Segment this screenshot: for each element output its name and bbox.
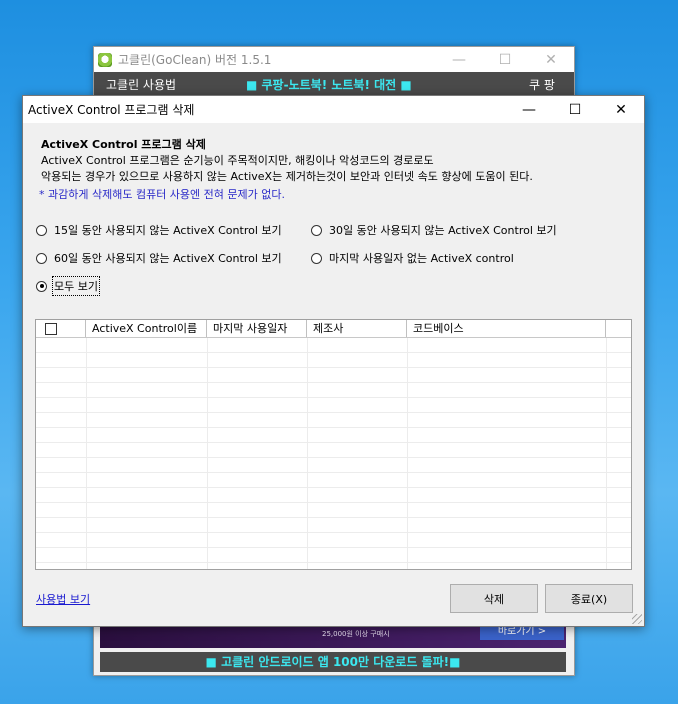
column-header-codebase[interactable]: 코드베이스: [407, 320, 606, 337]
radio-circle[interactable]: [36, 224, 47, 236]
ad-banner-text: 25,000원 이상 구매시: [322, 630, 390, 638]
goclean-app-icon: [98, 52, 112, 67]
description-line-2: 악용되는 경우가 있으므로 사용하지 않는 ActiveX는 제거하는것이 보안…: [41, 170, 533, 183]
coupang-menu[interactable]: 쿠 팡: [510, 76, 574, 93]
column-header-last-used[interactable]: 마지막 사용일자: [207, 320, 307, 337]
resize-grip-icon[interactable]: [632, 614, 642, 624]
dialog-title: ActiveX Control 프로그램 삭제: [28, 103, 195, 117]
radio-circle[interactable]: [311, 252, 322, 264]
radio-60-days[interactable]: 60일 동안 사용되지 않는 ActiveX Control 보기: [36, 250, 282, 266]
delete-button[interactable]: 삭제: [450, 584, 538, 613]
radio-label[interactable]: 모두 보기: [52, 276, 100, 296]
ad-ticker[interactable]: ■ 쿠팡-노트북! 노트북! 대전 ■: [246, 76, 510, 93]
safety-note: * 과감하게 삭제해도 컴퓨터 사용엔 전혀 문제가 없다.: [39, 188, 285, 201]
description-line-1: ActiveX Control 프로그램은 순기능이 주목적이지만, 해킹이나 …: [41, 154, 434, 167]
close-icon[interactable]: ✕: [598, 96, 644, 123]
section-header: ActiveX Control 프로그램 삭제: [41, 138, 206, 151]
goclean-window-title: 고클린(GoClean) 버전 1.5.1: [118, 53, 272, 67]
close-icon[interactable]: ✕: [528, 52, 574, 68]
radio-15-days[interactable]: 15일 동안 사용되지 않는 ActiveX Control 보기: [36, 222, 282, 238]
android-app-banner[interactable]: ■ 고클린 안드로이드 앱 100만 다운로드 돌파!■: [100, 652, 566, 672]
select-all-column[interactable]: [36, 320, 86, 337]
usage-menu[interactable]: 고클린 사용법: [94, 76, 246, 93]
radio-circle[interactable]: [36, 252, 47, 264]
radio-no-last-used[interactable]: 마지막 사용일자 없는 ActiveX control: [311, 250, 514, 266]
radio-circle[interactable]: [311, 224, 322, 236]
activex-dialog: ActiveX Control 프로그램 삭제 — ☐ ✕ ActiveX Co…: [22, 95, 645, 627]
activex-list[interactable]: ActiveX Control이름 마지막 사용일자 제조사 코드베이스: [35, 319, 632, 570]
close-button[interactable]: 종료(X): [545, 584, 633, 613]
goclean-titlebar: 고클린(GoClean) 버전 1.5.1 — ☐ ✕: [94, 47, 574, 72]
minimize-icon[interactable]: —: [506, 96, 552, 123]
column-header-name[interactable]: ActiveX Control이름: [86, 320, 207, 337]
help-link[interactable]: 사용법 보기: [36, 591, 90, 607]
dialog-titlebar: ActiveX Control 프로그램 삭제 — ☐ ✕: [23, 96, 644, 123]
grid-line: [407, 338, 408, 569]
grid-line: [307, 338, 308, 569]
list-body: [36, 338, 631, 569]
radio-label[interactable]: 60일 동안 사용되지 않는 ActiveX Control 보기: [54, 250, 282, 266]
grid-line: [606, 338, 607, 569]
goclean-menubar: 고클린 사용법 ■ 쿠팡-노트북! 노트북! 대전 ■ 쿠 팡: [94, 72, 574, 96]
radio-label[interactable]: 30일 동안 사용되지 않는 ActiveX Control 보기: [329, 222, 557, 238]
radio-30-days[interactable]: 30일 동안 사용되지 않는 ActiveX Control 보기: [311, 222, 557, 238]
minimize-icon[interactable]: —: [436, 52, 482, 68]
select-all-checkbox[interactable]: [45, 323, 57, 335]
radio-label[interactable]: 15일 동안 사용되지 않는 ActiveX Control 보기: [54, 222, 282, 238]
radio-label[interactable]: 마지막 사용일자 없는 ActiveX control: [329, 250, 514, 266]
radio-circle-selected[interactable]: [36, 280, 47, 292]
grid-line: [207, 338, 208, 569]
column-header-vendor[interactable]: 제조사: [307, 320, 407, 337]
list-header: ActiveX Control이름 마지막 사용일자 제조사 코드베이스: [36, 320, 631, 338]
maximize-icon[interactable]: ☐: [482, 52, 528, 68]
radio-show-all[interactable]: 모두 보기: [36, 276, 100, 296]
grid-line: [86, 338, 87, 569]
maximize-icon[interactable]: ☐: [552, 96, 598, 123]
